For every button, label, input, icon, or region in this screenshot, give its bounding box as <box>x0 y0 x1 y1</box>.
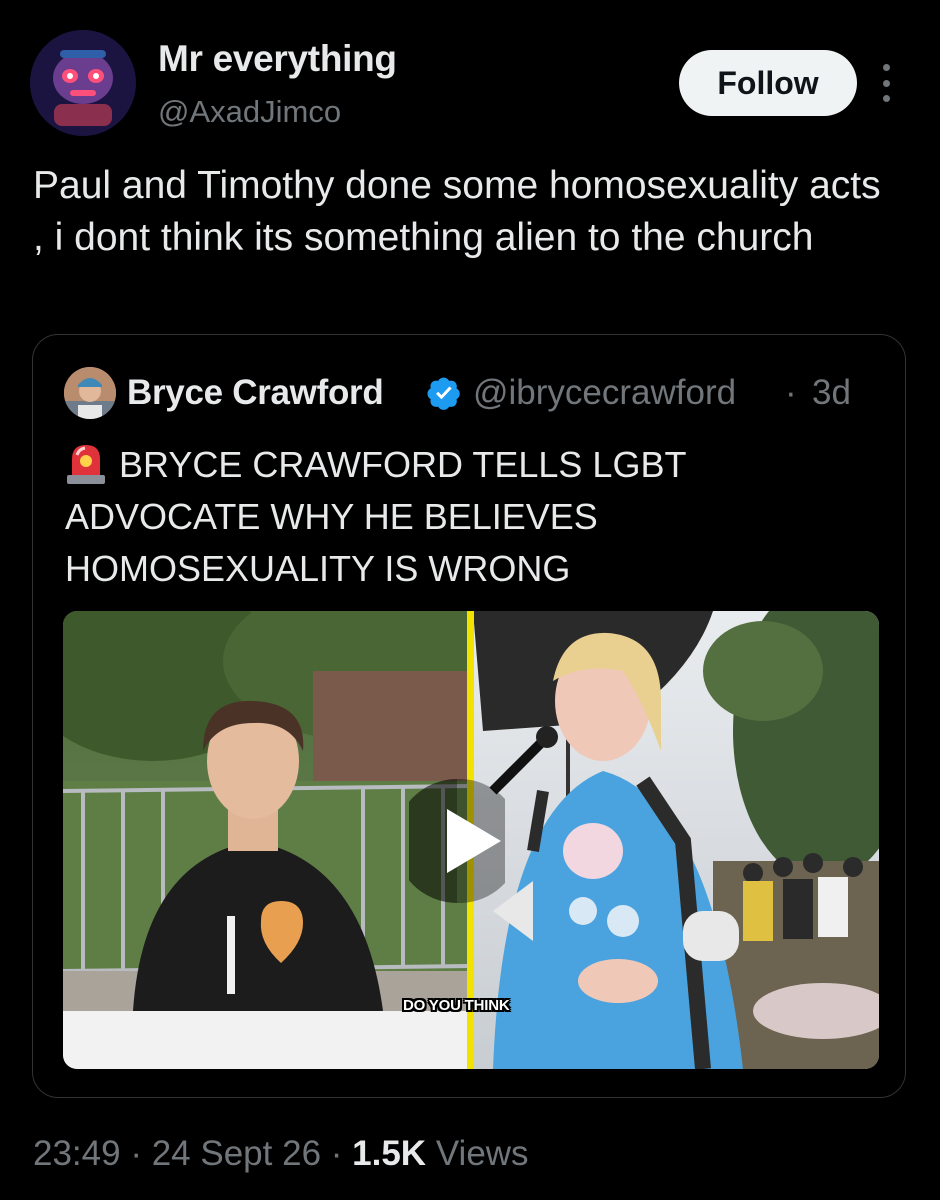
robot-avatar-icon <box>30 30 136 136</box>
views-count[interactable]: 1.5K <box>352 1134 426 1173</box>
siren-icon <box>67 445 105 484</box>
post-meta: 23:49 · 24 Sept 26 · 1.5K Views <box>33 1134 529 1174</box>
quoted-author-name[interactable]: Bryce Crawford <box>127 373 384 413</box>
more-vertical-icon[interactable] <box>872 60 900 106</box>
play-button[interactable] <box>409 779 505 903</box>
video-player[interactable]: DO YOU THINK <box>63 611 879 1069</box>
video-caption: DO YOU THINK <box>403 997 510 1014</box>
meta-separator: · <box>330 1134 343 1173</box>
author-display-name[interactable]: Mr everything <box>158 38 397 80</box>
quoted-post-card[interactable]: Bryce Crawford @ibrycecrawford · 3d BRYC… <box>32 334 906 1098</box>
quoted-author-avatar[interactable] <box>64 367 116 419</box>
play-icon <box>409 779 505 903</box>
quoted-author-handle[interactable]: @ibrycecrawford <box>473 373 736 413</box>
views-label: Views <box>435 1134 529 1173</box>
quoted-timestamp[interactable]: 3d <box>812 373 851 413</box>
quoted-separator: · <box>785 373 797 412</box>
post-time[interactable]: 23:49 <box>33 1134 121 1173</box>
follow-button[interactable]: Follow <box>679 50 857 116</box>
post-date[interactable]: 24 Sept 26 <box>152 1134 321 1173</box>
post-author-avatar[interactable] <box>30 30 136 136</box>
verified-badge-icon <box>427 377 460 410</box>
author-handle[interactable]: @AxadJimco <box>158 94 341 130</box>
meta-separator: · <box>130 1134 142 1173</box>
post-text: Paul and Timothy done some homosexuality… <box>33 164 881 259</box>
person-avatar-icon <box>64 367 116 419</box>
quoted-post-text: BRYCE CRAWFORD TELLS LGBT ADVOCATE WHY H… <box>65 444 686 589</box>
